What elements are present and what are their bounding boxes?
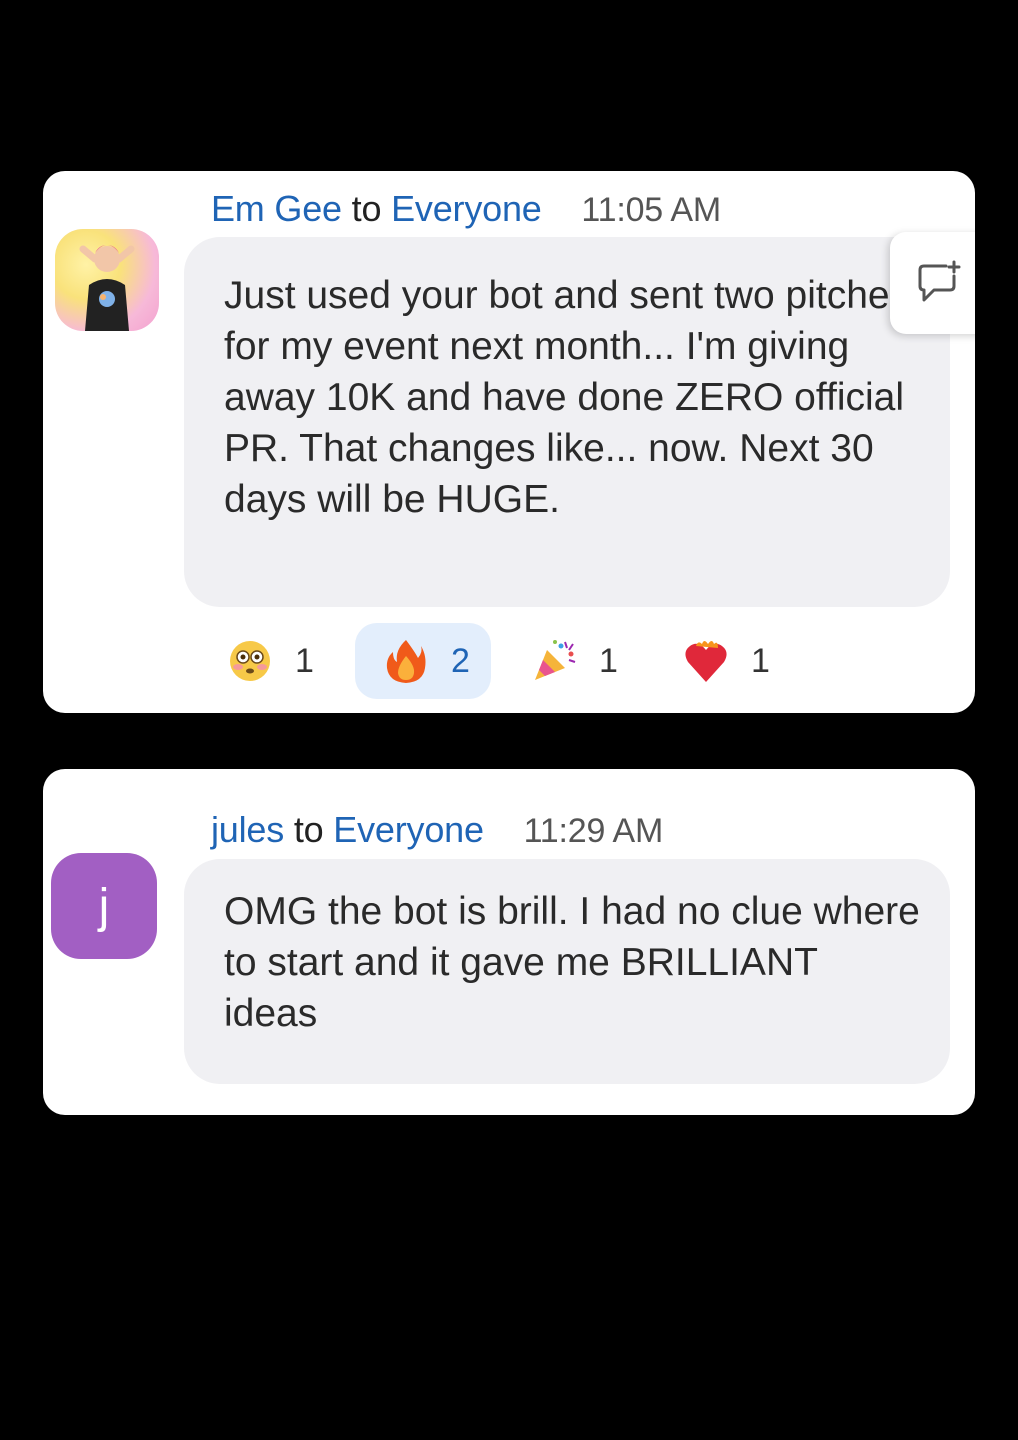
reaction-fire[interactable]: 2 (355, 623, 491, 699)
reaction-party[interactable]: 1 (531, 623, 621, 699)
flushed-face-icon (227, 638, 273, 684)
message-bubble: Just used your bot and sent two pitches … (184, 237, 950, 607)
recipient-name[interactable]: Everyone (333, 809, 484, 850)
to-label: to (351, 188, 382, 229)
person-photo-icon (79, 245, 135, 331)
reaction-heart-on-fire[interactable]: 1 (683, 623, 773, 699)
message-bubble: OMG the bot is brill. I had no clue wher… (184, 859, 950, 1084)
message-time: 11:29 AM (523, 812, 664, 850)
message-text: OMG the bot is brill. I had no clue wher… (224, 890, 920, 1035)
chat-message-card: j jules to Everyone 11:29 AM OMG the bot… (43, 769, 975, 1115)
heart-on-fire-icon (683, 638, 729, 684)
chat-message-card: Em Gee to Everyone 11:05 AM Just used yo… (43, 171, 975, 713)
reaction-flushed[interactable]: 1 (227, 623, 317, 699)
sender-name[interactable]: Em Gee (211, 188, 342, 229)
message-time: 11:05 AM (581, 191, 721, 229)
message-header: Em Gee to Everyone 11:05 AM (211, 188, 721, 230)
reaction-count: 1 (751, 641, 770, 680)
sender-name[interactable]: jules (211, 809, 284, 850)
reaction-count: 2 (451, 641, 470, 680)
avatar[interactable] (55, 229, 159, 331)
avatar-initial: j (98, 879, 110, 933)
to-label: to (293, 809, 324, 850)
fire-icon (383, 638, 429, 684)
reply-thread-icon (918, 260, 961, 302)
recipient-name[interactable]: Everyone (391, 188, 542, 229)
reaction-count: 1 (295, 641, 314, 680)
party-popper-icon (531, 638, 577, 684)
message-header: jules to Everyone 11:29 AM (211, 809, 663, 851)
reply-button[interactable] (890, 232, 975, 334)
avatar[interactable]: j (51, 853, 157, 959)
message-text: Just used your bot and sent two pitches … (224, 274, 910, 521)
reaction-count: 1 (599, 641, 618, 680)
